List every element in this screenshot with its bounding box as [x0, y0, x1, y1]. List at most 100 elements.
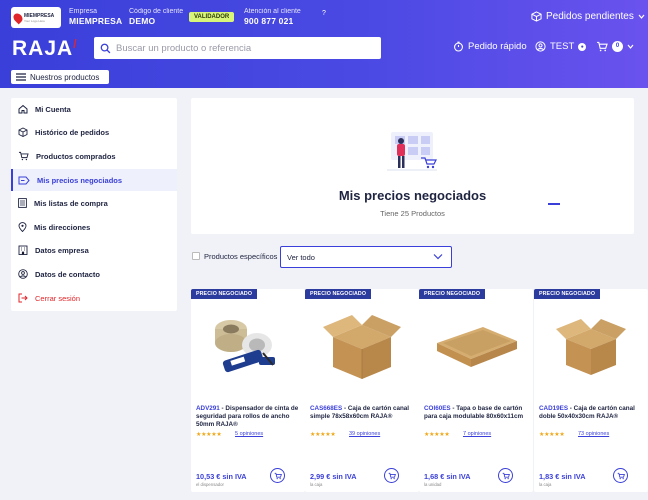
- validador-badge: VALIDADOR: [189, 12, 235, 22]
- product-card[interactable]: PRECIO NEGOCIADO CAD19ES - Caja de cartó…: [534, 289, 648, 492]
- empresa-value: MIEMPRESA: [69, 16, 123, 26]
- product-title[interactable]: ADV291 - Dispensador de cinta de segurid…: [196, 405, 300, 429]
- reviews-link[interactable]: 39 opiniones: [349, 431, 380, 437]
- chevron-down-icon: [638, 14, 645, 19]
- product-price: 10,53 € sin IVA: [196, 472, 247, 481]
- brand-mark-icon: /: [73, 37, 78, 51]
- add-to-cart-button[interactable]: [613, 468, 628, 483]
- nuestros-productos-button[interactable]: Nuestros productos: [11, 70, 109, 84]
- cart-icon: [388, 472, 396, 479]
- user-name: TEST: [550, 41, 575, 52]
- cardboard-box-image[interactable]: [544, 303, 638, 383]
- logo-badge-sub: Your Logo Here: [24, 18, 45, 23]
- add-to-cart-button[interactable]: [498, 468, 513, 483]
- raja-logo[interactable]: RAJA/: [12, 37, 78, 61]
- user-badge: ●: [578, 42, 587, 51]
- sidebar-item-label: Productos comprados: [36, 151, 116, 161]
- product-code[interactable]: CAS668ES: [310, 405, 342, 412]
- cardboard-tray-image[interactable]: [429, 303, 523, 383]
- filter-select-value: Ver todo: [287, 252, 315, 262]
- product-code[interactable]: ADV291: [196, 405, 220, 412]
- sidebar-item-label: Mis precios negociados: [37, 175, 123, 185]
- product-card[interactable]: PRECIO NEGOCIADO CAS668ES - Caja de cart…: [305, 289, 419, 492]
- logo-badge-title: MIEMPRESA: [24, 12, 55, 19]
- sidebar-item-productos-comprados[interactable]: Productos comprados: [11, 145, 177, 167]
- sidebar-item-historico-pedidos[interactable]: Histórico de pedidos: [11, 121, 177, 143]
- top-header: MIEMPRESA Your Logo Here Empresa MIEMPRE…: [0, 0, 648, 88]
- chevron-down-icon: [627, 44, 634, 49]
- product-count: Tiene 25 Productos: [380, 209, 445, 218]
- map-pin-icon: [11, 11, 25, 24]
- product-title[interactable]: COI60ES - Tapa o base de cartón para caj…: [424, 405, 528, 421]
- codigo-cliente-info: Código de cliente DEMO: [129, 7, 183, 27]
- sidebar-item-label: Datos de contacto: [35, 269, 101, 279]
- search-bar[interactable]: [94, 37, 381, 59]
- reviews-link[interactable]: 5 opiniones: [235, 431, 263, 437]
- price-unit: el dispensador: [196, 482, 224, 487]
- reviews-link[interactable]: 7 opiniones: [463, 431, 491, 437]
- stopwatch-icon: [454, 41, 463, 52]
- account-sidebar: Mi Cuenta Histórico de pedidos Productos…: [11, 98, 177, 311]
- product-title[interactable]: CAD19ES - Caja de cartón canal doble 50x…: [539, 405, 643, 421]
- building-icon: [18, 245, 28, 255]
- sidebar-item-label: Datos empresa: [35, 245, 89, 255]
- user-circle-icon: [535, 41, 546, 52]
- atencion-phone[interactable]: 900 877 021: [244, 16, 301, 27]
- product-card[interactable]: PRECIO NEGOCIADO ADV291 - Dispensador de…: [191, 289, 305, 492]
- sidebar-item-mi-cuenta[interactable]: Mi Cuenta: [11, 98, 177, 120]
- cart-icon: [617, 472, 625, 479]
- sidebar-item-datos-contacto[interactable]: Datos de contacto: [11, 263, 177, 285]
- sidebar-item-direcciones[interactable]: Mis direcciones: [11, 216, 177, 238]
- product-code[interactable]: CAD19ES: [539, 405, 568, 412]
- cardboard-box-image[interactable]: [315, 303, 409, 383]
- pedido-rapido-label: Pedido rápido: [468, 41, 527, 52]
- product-title[interactable]: CAS668ES - Caja de cartón canal simple 7…: [310, 405, 414, 421]
- list-icon: [18, 198, 27, 208]
- sidebar-item-precios-negociados[interactable]: Mis precios negociados: [11, 169, 177, 191]
- empresa-label: Empresa: [69, 8, 98, 15]
- price-unit: la unidad: [424, 482, 442, 487]
- search-icon[interactable]: [94, 43, 116, 54]
- sidebar-item-cerrar-sesion[interactable]: Cerrar sesión: [11, 287, 177, 309]
- cart-icon: [596, 41, 608, 52]
- shopping-illustration: [387, 132, 437, 171]
- logout-icon: [18, 293, 28, 303]
- price-tag-icon: [18, 176, 30, 184]
- sidebar-item-label: Mi Cuenta: [35, 104, 71, 114]
- product-card[interactable]: PRECIO NEGOCIADO COI60ES - Tapa o base d…: [419, 289, 533, 492]
- cart-button[interactable]: 0: [596, 41, 634, 52]
- rating-stars: ★★★★★: [539, 432, 565, 438]
- rating-stars: ★★★★★: [196, 432, 222, 438]
- add-to-cart-button[interactable]: [270, 468, 285, 483]
- sidebar-item-listas-compra[interactable]: Mis listas de compra: [11, 192, 177, 214]
- sidebar-item-label: Mis listas de compra: [34, 198, 108, 208]
- cart-icon: [18, 151, 29, 161]
- sidebar-item-label: Cerrar sesión: [35, 293, 81, 303]
- productos-especificos-checkbox[interactable]: [192, 252, 200, 260]
- info-question-icon[interactable]: ?: [322, 10, 326, 17]
- add-to-cart-button[interactable]: [384, 468, 399, 483]
- reviews-link[interactable]: 73 opiniones: [578, 431, 609, 437]
- pedido-rapido-button[interactable]: Pedido rápido: [453, 41, 527, 52]
- user-menu[interactable]: TEST ●: [535, 41, 587, 52]
- atencion-cliente-info[interactable]: Atención al cliente 900 877 021: [244, 7, 301, 27]
- sidebar-item-label: Histórico de pedidos: [35, 127, 110, 137]
- product-price: 1,68 € sin IVA: [424, 472, 471, 481]
- product-code[interactable]: COI60ES: [424, 405, 451, 412]
- filter-select[interactable]: Ver todo: [280, 246, 452, 268]
- pedidos-pendientes-dropdown[interactable]: Pedidos pendientes: [531, 11, 645, 22]
- product-price: 2,99 € sin IVA: [310, 472, 357, 481]
- productos-especificos-label[interactable]: Productos específicos: [204, 252, 277, 261]
- atencion-label: Atención al cliente: [244, 8, 301, 15]
- sidebar-item-datos-empresa[interactable]: Datos empresa: [11, 239, 177, 261]
- negotiated-price-tag: PRECIO NEGOCIADO: [419, 289, 486, 299]
- search-input[interactable]: [116, 42, 366, 54]
- negotiated-price-tag: PRECIO NEGOCIADO: [305, 289, 372, 299]
- tape-dispenser-image[interactable]: [201, 303, 295, 383]
- pedidos-pendientes-label: Pedidos pendientes: [546, 11, 634, 22]
- sidebar-item-label: Mis direcciones: [34, 222, 91, 232]
- cart-icon: [274, 472, 282, 479]
- company-logo[interactable]: MIEMPRESA Your Logo Here: [11, 7, 61, 28]
- page-hero: Mis precios negociados Tiene 25 Producto…: [191, 98, 634, 234]
- cube-icon: [531, 11, 542, 22]
